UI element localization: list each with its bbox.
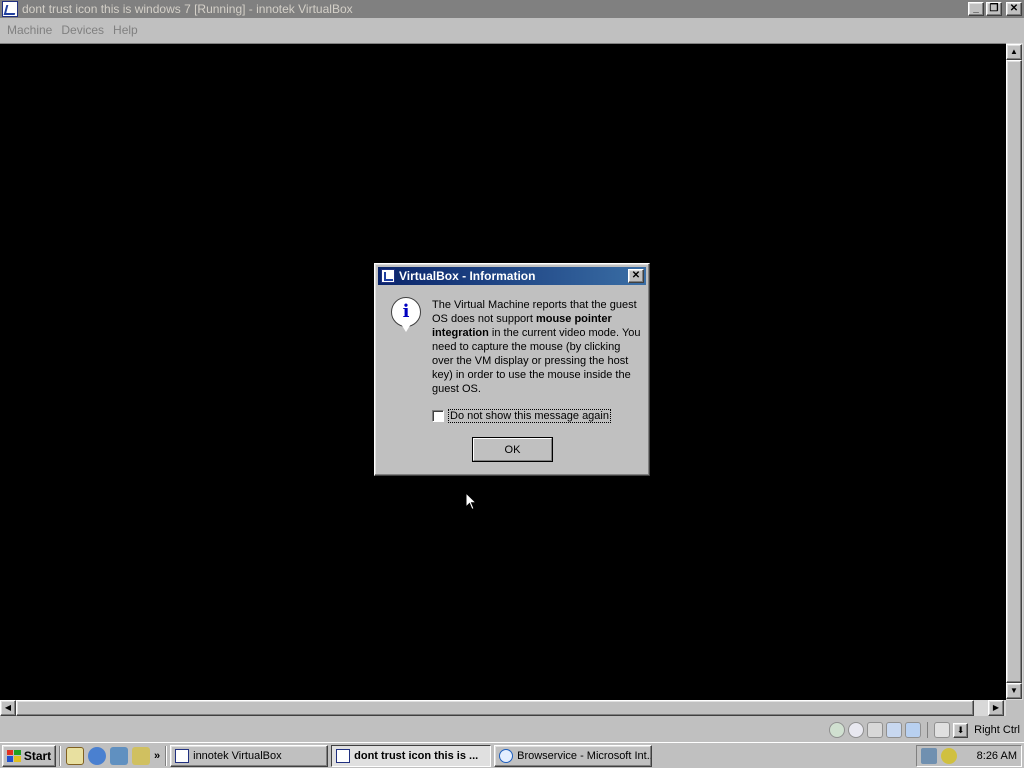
menu-bar: Machine Devices Help [0,19,1024,41]
taskbar: Start » innotek VirtualBox dont trust ic… [0,742,1024,768]
ok-button-label: OK [473,438,552,461]
status-separator [927,722,929,738]
task-vm-window[interactable]: dont trust icon this is ... [331,744,492,767]
dont-show-again-row[interactable]: Do not show this message again [432,409,611,423]
task-innotek-virtualbox[interactable]: innotek VirtualBox [170,744,329,767]
scroll-right-button[interactable]: ▶ [988,700,1004,716]
dialog-title-bar[interactable]: VirtualBox - Information ✕ [378,267,646,285]
scroll-up-button[interactable]: ▲ [1006,44,1022,60]
host-key-down-icon: ⬇ [953,722,969,738]
taskbar-separator [165,745,168,766]
system-tray: 8:26 AM [916,745,1022,767]
task-label: Browservice - Microsoft Int... [517,749,653,762]
task-label: dont trust icon this is ... [354,749,479,762]
window-title-bar[interactable]: dont trust icon this is windows 7 [Runni… [0,0,1024,18]
security-tray-icon[interactable] [941,748,957,764]
minimize-button[interactable]: _ [968,2,984,16]
menu-help[interactable]: Help [110,23,144,37]
internet-explorer-icon [499,748,514,763]
information-dialog: VirtualBox - Information ✕ i The Virtual… [374,263,650,476]
task-browservice[interactable]: Browservice - Microsoft Int... [494,744,653,767]
quick-launch-more-icon[interactable]: » [154,750,160,762]
close-button[interactable]: ✕ [1006,2,1022,16]
start-label: Start [23,748,52,763]
ok-button[interactable]: OK [472,437,553,462]
restore-button[interactable]: ❐ [986,2,1002,16]
virtualbox-icon [336,748,351,763]
vertical-scroll-thumb[interactable] [1006,60,1022,683]
menu-devices[interactable]: Devices [58,23,110,37]
dont-show-again-checkbox[interactable] [432,410,444,422]
vertical-scrollbar[interactable]: ▲ ▼ [1006,43,1023,700]
virtualbox-icon [175,748,190,763]
floppy-icon[interactable] [867,722,884,738]
network-icon[interactable] [886,722,903,738]
outlook-express-icon[interactable] [110,746,128,765]
search-icon[interactable] [132,746,150,765]
cd-icon[interactable] [848,722,865,738]
taskbar-separator [59,745,61,766]
windows-logo-icon [6,749,21,762]
hard-disk-icon[interactable] [829,722,846,738]
host-key-label: Right Ctrl [974,724,1020,736]
horizontal-scroll-thumb[interactable] [16,700,974,716]
network-tray-icon[interactable] [921,748,937,764]
show-desktop-icon[interactable] [66,746,84,765]
shared-folder-icon[interactable] [905,722,922,738]
scroll-left-button[interactable]: ◀ [0,700,16,716]
horizontal-scrollbar[interactable]: ◀ ▶ [0,700,1006,716]
information-icon: i [391,297,421,332]
menu-machine[interactable]: Machine [4,23,58,37]
window-title: dont trust icon this is windows 7 [Runni… [22,2,353,16]
virtualbox-icon[interactable] [2,1,18,17]
internet-explorer-icon[interactable] [88,746,106,765]
dialog-title: VirtualBox - Information [399,269,536,283]
task-label: innotek VirtualBox [193,749,282,762]
virtualbox-icon [381,269,395,283]
status-bar: ⬇ Right Ctrl [0,718,1024,742]
dont-show-again-label[interactable]: Do not show this message again [448,409,611,423]
scroll-down-button[interactable]: ▼ [1006,683,1022,699]
dialog-message: The Virtual Machine reports that the gue… [432,298,642,396]
start-button[interactable]: Start [2,744,56,767]
clock[interactable]: 8:26 AM [977,750,1017,762]
dialog-close-button[interactable]: ✕ [628,269,644,283]
mouse-integration-icon[interactable] [934,722,951,738]
